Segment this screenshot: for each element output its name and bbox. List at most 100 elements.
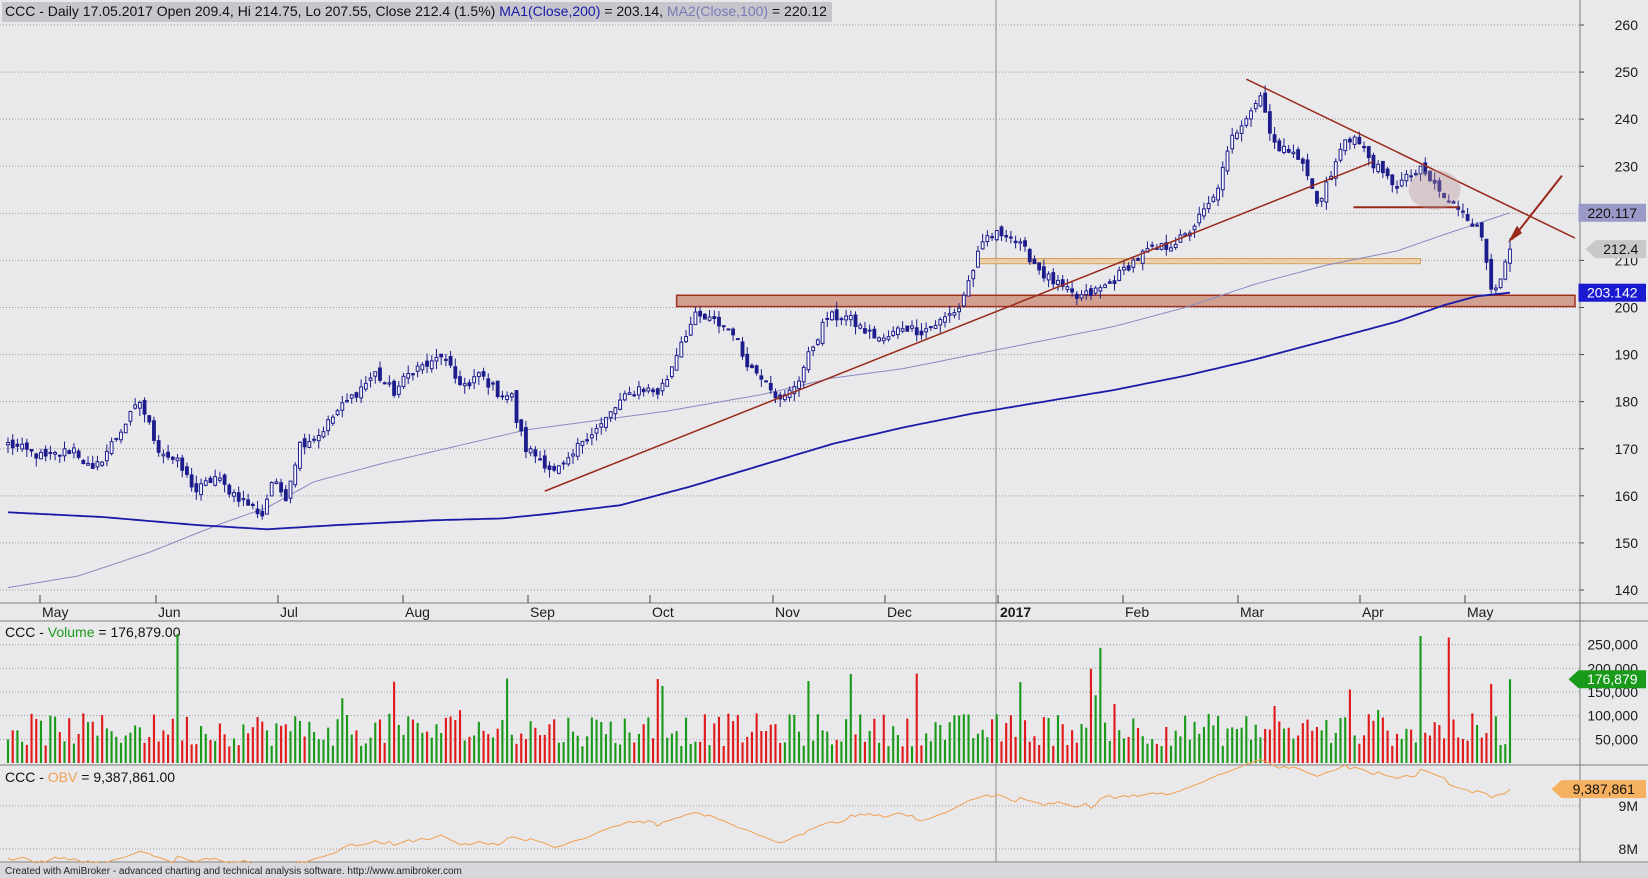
candle-body	[702, 313, 707, 320]
candle-body	[1399, 179, 1404, 187]
candle-body	[891, 330, 896, 336]
candle-body	[486, 378, 491, 388]
candle-body	[556, 465, 561, 474]
candle-body	[552, 466, 557, 471]
candle-body	[1089, 288, 1093, 296]
candle-body	[1037, 262, 1042, 271]
candle-body	[1032, 258, 1037, 265]
candle-body	[1461, 210, 1465, 213]
chart-window: 140150160170180190200210220230240250260M…	[0, 0, 1648, 878]
candle-body	[1079, 294, 1084, 299]
y-tick-label: 190	[1615, 347, 1639, 363]
candle-body	[952, 312, 957, 316]
price-header-part: CCC - Daily 17.05.2017 Open 209.4, Hi 21…	[5, 3, 499, 19]
candle-body	[966, 280, 971, 297]
candle-body	[961, 294, 966, 307]
candle-body	[1013, 240, 1018, 244]
candle-body	[1093, 287, 1098, 294]
candle-body	[1225, 150, 1230, 172]
y-tick-label: 140	[1615, 582, 1639, 598]
candle-body	[1065, 286, 1070, 291]
candle-body	[260, 510, 265, 517]
candle-body	[1343, 139, 1348, 152]
candle-body	[213, 476, 218, 486]
candle-body	[1319, 197, 1324, 202]
candle-body	[853, 314, 858, 328]
candle-body	[1282, 145, 1286, 154]
candle-body	[1253, 103, 1258, 110]
candle-body	[1056, 279, 1060, 285]
candle-body	[53, 452, 57, 455]
candle-body	[137, 402, 142, 409]
candle-body	[844, 315, 849, 321]
volume-tick-label: 50,000	[1595, 731, 1638, 747]
candle-body	[1041, 266, 1046, 279]
candle-body	[293, 464, 298, 486]
candle-body	[208, 477, 213, 484]
volume-header-part: CCC -	[5, 624, 48, 640]
obv-tick-label: 8M	[1619, 841, 1638, 857]
month-label: 2017	[1000, 604, 1031, 620]
month-label: Apr	[1362, 604, 1384, 620]
candle-body	[114, 437, 119, 441]
price-header-part: = 220.12	[768, 3, 827, 19]
candle-body	[768, 382, 773, 391]
candle-body	[152, 420, 156, 441]
candle-body	[839, 318, 844, 321]
price-header-part: = 203.14,	[600, 3, 667, 19]
candle-body	[938, 319, 943, 326]
candle-body	[900, 328, 905, 332]
volume-tick-label: 250,000	[1587, 637, 1638, 653]
chart-canvas[interactable]: 140150160170180190200210220230240250260M…	[0, 0, 1648, 878]
candle-body	[1291, 151, 1296, 155]
candle-body	[298, 441, 302, 469]
candle-body	[1305, 159, 1310, 177]
candle-body	[1169, 247, 1173, 252]
candle-body	[104, 450, 109, 462]
candle-body	[387, 382, 392, 385]
candle-body	[919, 330, 924, 336]
candle-body	[1347, 138, 1352, 143]
candle-body	[999, 226, 1004, 237]
candle-body	[665, 379, 670, 387]
candle-body	[1098, 287, 1103, 292]
candle-body	[363, 382, 368, 390]
candle-body	[90, 463, 95, 469]
candle-body	[147, 415, 152, 423]
candle-body	[1230, 134, 1235, 150]
candle-body	[279, 482, 284, 493]
candle-body	[872, 328, 877, 339]
candle-body	[302, 438, 307, 448]
candle-body	[622, 393, 627, 401]
candle-body	[509, 393, 514, 398]
candle-body	[914, 327, 919, 336]
candle-body	[519, 419, 524, 432]
candle-body	[1338, 148, 1343, 161]
candle-body	[514, 390, 519, 423]
price-header-part: MA1(Close,200)	[499, 3, 600, 19]
candle-body	[1216, 187, 1220, 201]
candle-body	[340, 402, 345, 411]
candle-body	[448, 356, 453, 366]
candle-body	[20, 443, 25, 450]
candle-body	[905, 325, 910, 332]
candle-body	[528, 448, 533, 454]
candle-body	[943, 316, 947, 323]
candle-body	[759, 375, 764, 380]
candle-body	[429, 360, 434, 370]
candle-body	[1220, 167, 1225, 191]
month-label: Jun	[158, 604, 181, 620]
month-label: Jul	[280, 604, 298, 620]
candle-body	[354, 392, 359, 398]
y-tick-label: 240	[1615, 111, 1639, 127]
candle-body	[651, 389, 655, 393]
candle-body	[754, 365, 759, 374]
candle-body	[679, 341, 684, 358]
volume-header-part: Volume	[48, 624, 95, 640]
candle-body	[203, 480, 208, 486]
candle-body	[453, 366, 458, 379]
candle-body	[684, 336, 688, 343]
candle-body	[491, 382, 495, 385]
candle-body	[806, 351, 811, 371]
candle-body	[1267, 111, 1272, 134]
